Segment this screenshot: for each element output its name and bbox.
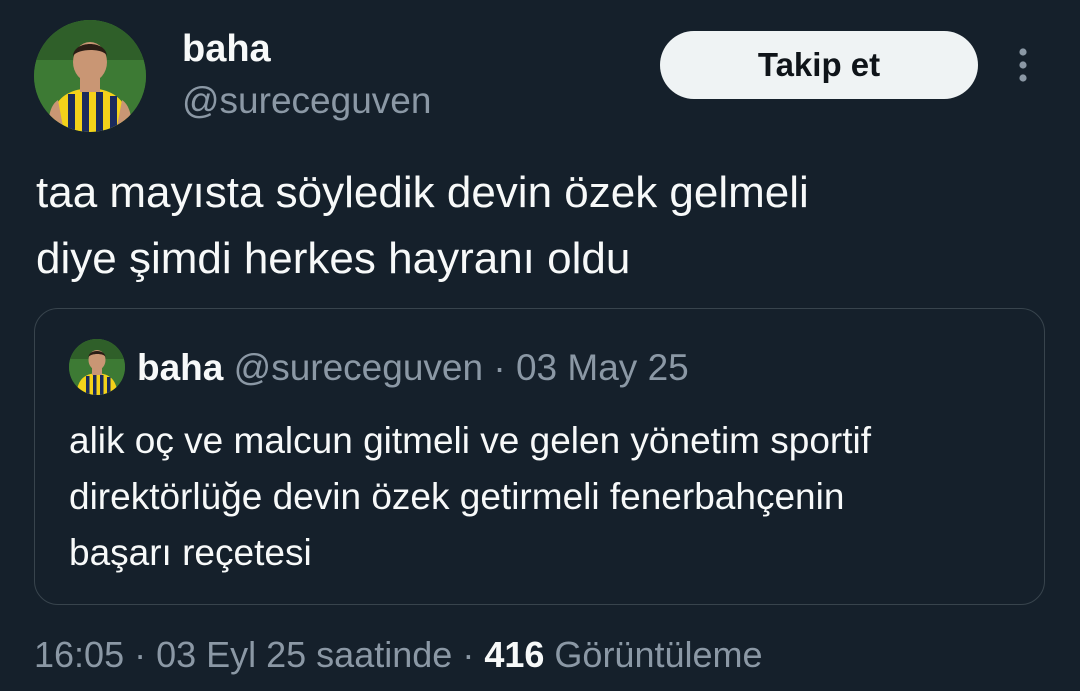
quote-header: baha @sureceguven · 03 May 25 bbox=[137, 345, 689, 391]
quote-separator: · bbox=[493, 347, 506, 388]
tweet-text-line: diye şimdi herkes hayranı oldu bbox=[36, 234, 631, 283]
follow-button[interactable]: Takip et bbox=[660, 31, 978, 99]
quote-author-handle: @sureceguven bbox=[233, 347, 484, 388]
tweet-text-line: taa mayısta söyledik devin özek gelmeli bbox=[36, 168, 809, 217]
quote-avatar-image bbox=[69, 339, 125, 395]
avatar[interactable] bbox=[34, 20, 146, 132]
quote-text: alik oç ve malcun gitmeli ve gelen yönet… bbox=[69, 413, 1029, 581]
tweet-timestamp[interactable]: 16:05 · 03 Eyl 25 saatinde bbox=[34, 634, 452, 675]
quote-text-line: başarı reçetesi bbox=[69, 532, 312, 573]
quoted-tweet-card[interactable]: baha @sureceguven · 03 May 25 alik oç ve… bbox=[34, 308, 1045, 605]
views-label: Görüntüleme bbox=[554, 634, 763, 675]
quote-avatar bbox=[69, 339, 125, 395]
more-vertical-icon[interactable] bbox=[1008, 42, 1038, 88]
author-name[interactable]: baha bbox=[182, 26, 271, 72]
views-count: 416 bbox=[484, 634, 545, 675]
avatar-image bbox=[34, 20, 146, 132]
quote-author-name: baha bbox=[137, 347, 224, 388]
tweet-text: taa mayısta söyledik devin özek gelmeli … bbox=[36, 160, 1046, 292]
quote-text-line: alik oç ve malcun gitmeli ve gelen yönet… bbox=[69, 420, 872, 461]
tweet: baha @sureceguven Takip et taa mayısta s… bbox=[0, 0, 1080, 691]
quote-text-line: direktörlüğe devin özek getirmeli fenerb… bbox=[69, 476, 845, 517]
tweet-footer: 16:05 · 03 Eyl 25 saatinde · 416 Görüntü… bbox=[34, 630, 763, 680]
quote-date: 03 May 25 bbox=[515, 347, 689, 388]
author-handle[interactable]: @sureceguven bbox=[182, 78, 431, 124]
footer-separator: · bbox=[462, 634, 475, 675]
